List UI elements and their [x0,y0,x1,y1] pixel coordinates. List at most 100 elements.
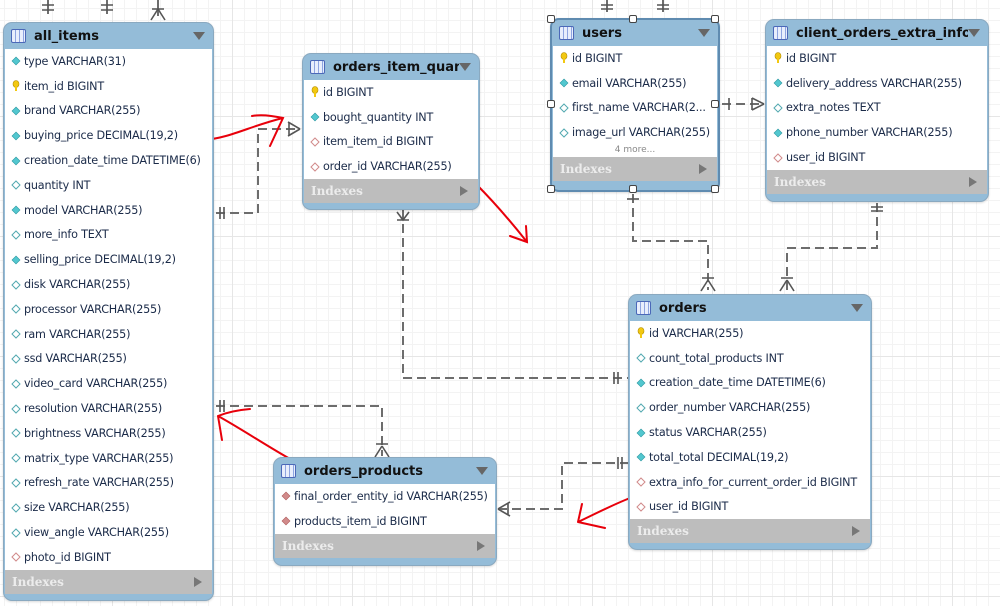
table-header[interactable]: orders_item_quantity [303,54,479,80]
column-row[interactable]: item_id BIGINT [5,74,212,99]
expand-arrow-icon[interactable] [194,576,202,587]
column-row[interactable]: id VARCHAR(255) [630,321,870,346]
more-columns-label[interactable]: 4 more... [553,145,717,158]
collapse-caret-icon[interactable] [698,29,710,37]
expand-arrow-icon[interactable] [969,176,977,187]
indexes-section[interactable]: Indexes [767,169,987,194]
column-row[interactable]: selling_price DECIMAL(19,2) [5,247,212,272]
indexes-section[interactable]: Indexes [553,157,717,182]
attribute-nullable-icon [11,179,21,191]
column-row[interactable]: creation_date_time DATETIME(6) [5,148,212,173]
column-row[interactable]: delivery_address VARCHAR(255) [767,71,987,96]
column-row[interactable]: bought_quantity INT [304,105,478,130]
resize-handle[interactable] [711,15,719,23]
table-orders-products[interactable]: orders_products final_order_entity_id VA… [273,457,497,566]
attribute-nullable-icon [11,328,21,340]
column-row[interactable]: total_total DECIMAL(19,2) [630,445,870,470]
column-row[interactable]: item_item_id BIGINT [304,130,478,155]
expand-arrow-icon[interactable] [852,526,860,537]
column-row[interactable]: video_card VARCHAR(255) [5,371,212,396]
table-users[interactable]: users id BIGINT email VARCHAR(255) first_n… [550,18,720,192]
column-row[interactable]: view_angle VARCHAR(255) [5,520,212,545]
indexes-section[interactable]: Indexes [5,569,212,594]
table-header[interactable]: client_orders_extra_info [766,20,988,46]
expand-arrow-icon[interactable] [699,164,707,175]
expand-arrow-icon[interactable] [477,540,485,551]
column-row[interactable]: brightness VARCHAR(255) [5,421,212,446]
table-all-items[interactable]: all_items type VARCHAR(31) item_id BIGINT… [3,22,214,601]
column-row[interactable]: user_id BIGINT [630,495,870,520]
resize-handle[interactable] [629,185,637,193]
table-header[interactable]: users [552,20,718,46]
column-row[interactable]: refresh_rate VARCHAR(255) [5,471,212,496]
column-row[interactable]: size VARCHAR(255) [5,495,212,520]
column-row[interactable]: email VARCHAR(255) [553,71,717,96]
collapse-caret-icon[interactable] [193,32,205,40]
column-row[interactable]: extra_info_for_current_order_id BIGINT [630,470,870,495]
column-label: resolution VARCHAR(255) [24,402,163,416]
column-label: ssd VARCHAR(255) [24,352,127,366]
column-row[interactable]: photo_id BIGINT [5,545,212,570]
column-row[interactable]: type VARCHAR(31) [5,49,212,74]
column-row[interactable]: buying_price DECIMAL(19,2) [5,123,212,148]
indexes-section[interactable]: Indexes [275,533,495,558]
column-row[interactable]: order_number VARCHAR(255) [630,395,870,420]
column-row[interactable]: creation_date_time DATETIME(6) [630,371,870,396]
column-row[interactable]: ram VARCHAR(255) [5,322,212,347]
relationship-line [498,462,628,510]
collapse-caret-icon[interactable] [476,467,488,475]
column-label: order_number VARCHAR(255) [649,401,811,415]
column-row[interactable]: extra_notes TEXT [767,96,987,121]
column-label: total_total DECIMAL(19,2) [649,450,789,464]
table-header[interactable]: orders_products [274,458,496,484]
column-row[interactable]: first_name VARCHAR(2... [553,96,717,121]
column-list: id BIGINT email VARCHAR(255) first_name VA… [553,46,717,146]
column-label: count_total_products INT [649,351,784,365]
collapse-caret-icon[interactable] [968,29,980,37]
attribute-nullable-icon [559,102,569,114]
column-row[interactable]: id BIGINT [767,46,987,71]
column-row[interactable]: id BIGINT [304,80,478,105]
column-row[interactable]: order_id VARCHAR(255) [304,154,478,179]
column-row[interactable]: products_item_id BIGINT [275,509,495,534]
column-label: photo_id BIGINT [24,550,111,564]
indexes-section[interactable]: Indexes [630,519,870,544]
indexes-section[interactable]: Indexes [304,179,478,204]
column-label: user_id BIGINT [786,151,866,165]
column-row[interactable]: phone_number VARCHAR(255) [767,120,987,145]
resize-handle[interactable] [711,100,719,108]
column-row[interactable]: brand VARCHAR(255) [5,99,212,124]
column-row[interactable]: status VARCHAR(255) [630,420,870,445]
table-header[interactable]: all_items [4,23,213,49]
table-name: users [582,25,622,41]
column-row[interactable]: id BIGINT [553,46,717,71]
column-list: id BIGINT delivery_address VARCHAR(255) ex… [767,46,987,170]
column-row[interactable]: more_info TEXT [5,223,212,248]
expand-arrow-icon[interactable] [460,186,468,197]
table-client-orders-extra-info[interactable]: client_orders_extra_info id BIGINT delive… [765,19,989,202]
collapse-caret-icon[interactable] [459,63,471,71]
column-row[interactable]: count_total_products INT [630,346,870,371]
column-row[interactable]: matrix_type VARCHAR(255) [5,446,212,471]
column-row[interactable]: processor VARCHAR(255) [5,297,212,322]
column-row[interactable]: disk VARCHAR(255) [5,272,212,297]
resize-handle[interactable] [547,185,555,193]
resize-handle[interactable] [547,100,555,108]
column-row[interactable]: resolution VARCHAR(255) [5,396,212,421]
column-row[interactable]: user_id BIGINT [767,145,987,170]
column-row[interactable]: quantity INT [5,173,212,198]
table-orders[interactable]: orders id VARCHAR(255) count_total_produc… [628,294,872,550]
table-header[interactable]: orders [629,295,871,321]
table-icon [773,26,788,40]
column-row[interactable]: ssd VARCHAR(255) [5,347,212,372]
column-row[interactable]: model VARCHAR(255) [5,198,212,223]
column-label: id BIGINT [323,85,374,99]
resize-handle[interactable] [711,185,719,193]
column-row[interactable]: image_url VARCHAR(255) [553,120,717,145]
collapse-caret-icon[interactable] [851,304,863,312]
column-label: bought_quantity INT [323,110,434,124]
resize-handle[interactable] [547,15,555,23]
column-row[interactable]: final_order_entity_id VARCHAR(255) [275,484,495,509]
table-orders-item-quantity[interactable]: orders_item_quantity id BIGINT bought_qua… [302,53,480,210]
resize-handle[interactable] [629,15,637,23]
